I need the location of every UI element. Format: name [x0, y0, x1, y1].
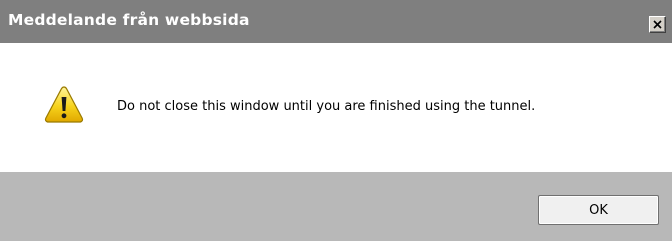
- close-icon: [653, 20, 662, 29]
- ok-button[interactable]: OK: [538, 195, 659, 225]
- title-bar[interactable]: Meddelande från webbsida: [0, 0, 672, 43]
- close-button[interactable]: [649, 16, 666, 33]
- dialog-message: Do not close this window until you are f…: [117, 99, 536, 114]
- warning-icon: [44, 86, 84, 123]
- message-dialog: Meddelande från webbsida Do not close th…: [0, 0, 672, 241]
- window-title: Meddelande från webbsida: [8, 11, 250, 29]
- dialog-content: Do not close this window until you are f…: [0, 43, 672, 172]
- button-bar: OK: [0, 172, 672, 241]
